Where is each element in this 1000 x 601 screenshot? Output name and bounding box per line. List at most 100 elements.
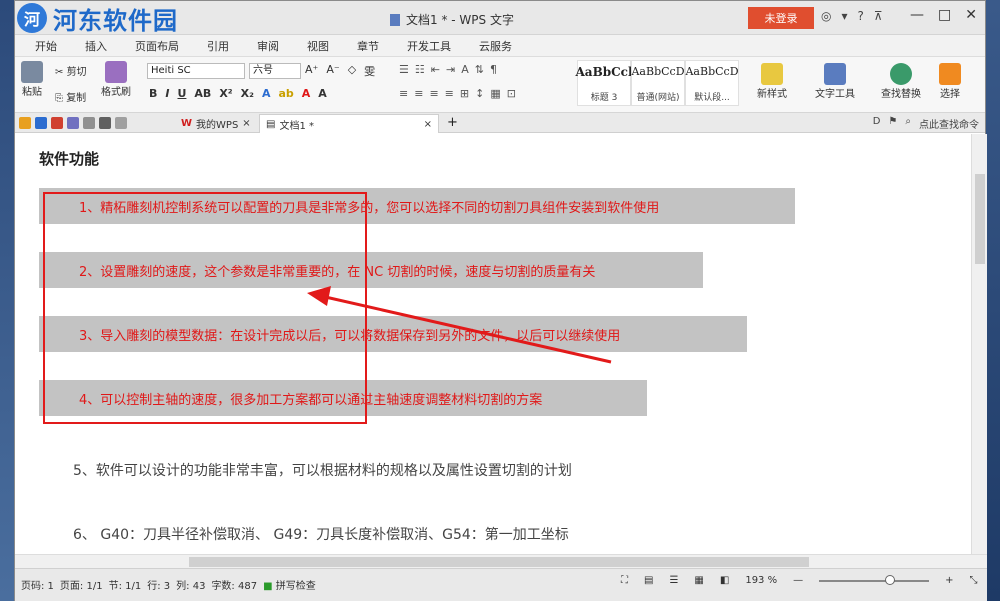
tab-my-wps[interactable]: W 我的WPS × xyxy=(175,114,257,133)
format-painter-button[interactable]: 格式刷 xyxy=(101,61,131,98)
style-heading3[interactable]: AaBbCcl 标题 3 xyxy=(575,60,633,106)
horizontal-scroll-thumb[interactable] xyxy=(189,557,809,567)
distribute-icon[interactable]: ⊞ xyxy=(460,87,469,100)
tab-review[interactable]: 审阅 xyxy=(243,38,293,54)
zoom-out-icon[interactable]: — xyxy=(793,575,803,586)
pdf-icon[interactable] xyxy=(51,116,63,129)
fullscreen-icon[interactable]: ⛶ xyxy=(621,575,628,586)
tab-insert[interactable]: 插入 xyxy=(71,38,121,54)
tab-start[interactable]: 开始 xyxy=(21,38,71,54)
panel-icon[interactable]: D xyxy=(873,116,881,131)
tab-document[interactable]: ▤ 文档1 * × xyxy=(259,114,439,133)
align-center-icon[interactable]: ≡ xyxy=(414,87,423,100)
superscript-icon[interactable]: X² xyxy=(219,87,232,100)
cut-label: 剪切 xyxy=(66,67,87,78)
tab-view[interactable]: 视图 xyxy=(293,38,343,54)
font-size-select[interactable]: 六号 xyxy=(249,63,301,79)
select-button[interactable]: 选择 xyxy=(939,63,961,100)
char-shading-icon[interactable]: A xyxy=(318,87,327,100)
vertical-scrollbar[interactable] xyxy=(971,134,987,554)
underline-icon[interactable]: U xyxy=(177,87,186,100)
style-default-paragraph[interactable]: AaBbCcD 默认段... xyxy=(685,60,739,106)
decrease-indent-icon[interactable]: ⇤ xyxy=(431,63,440,76)
highlight-icon[interactable]: ab xyxy=(278,87,293,100)
tab-page-layout[interactable]: 页面布局 xyxy=(121,38,193,54)
clear-format-icon[interactable]: ◇ xyxy=(348,63,356,79)
line-spacing-icon[interactable]: ↕ xyxy=(475,87,484,100)
tab-cloud[interactable]: 云服务 xyxy=(465,38,526,54)
strikethrough-icon[interactable]: AB xyxy=(194,87,211,100)
close-tab-icon[interactable]: × xyxy=(242,118,250,129)
search-icon[interactable]: ⌕ xyxy=(905,116,911,131)
shrink-font-icon[interactable]: A⁻ xyxy=(326,63,339,79)
undo-icon[interactable] xyxy=(99,116,111,129)
increase-indent-icon[interactable]: ⇥ xyxy=(446,63,455,76)
login-button[interactable]: 未登录 xyxy=(748,7,814,29)
font-color-icon[interactable]: A xyxy=(302,87,311,100)
plain-line-6[interactable]: 6、 G40：刀具半径补偿取消、 G49：刀具长度补偿取消、G54：第一加工坐标 xyxy=(73,524,569,544)
open-icon[interactable] xyxy=(19,116,31,129)
align-right-icon[interactable]: ≡ xyxy=(429,87,438,100)
style-normal-web[interactable]: AaBbCcD 普通(网站) xyxy=(631,60,685,106)
vertical-scroll-thumb[interactable] xyxy=(975,174,985,264)
italic-icon[interactable]: I xyxy=(165,87,169,100)
phonetic-icon[interactable]: 雯 xyxy=(364,63,375,79)
zoom-in-icon[interactable]: + xyxy=(945,575,953,586)
new-tab-icon[interactable]: + xyxy=(447,115,458,130)
spell-check[interactable]: ■ 拼写检查 xyxy=(263,577,316,592)
shading-icon[interactable]: ▦ xyxy=(490,87,500,100)
document-page[interactable]: 软件功能 1、精柘雕刻机控制系统可以配置的刀具是非常多的，您可以选择不同的切割刀… xyxy=(15,134,971,554)
page-view-icon[interactable]: ▤ xyxy=(644,575,653,586)
outline-view-icon[interactable]: ☰ xyxy=(669,575,678,586)
zoom-level[interactable]: 193 % xyxy=(745,575,777,586)
zoom-slider[interactable] xyxy=(819,574,930,585)
chinese-layout-icon[interactable]: A xyxy=(461,63,469,76)
new-style-button[interactable]: 新样式 xyxy=(757,63,787,100)
new-style-label: 新样式 xyxy=(757,89,787,100)
justify-icon[interactable]: ≡ xyxy=(445,87,454,100)
cut-button[interactable]: ✂ 剪切 xyxy=(55,63,87,78)
print-icon[interactable] xyxy=(67,116,79,129)
find-replace-label: 查找替换 xyxy=(881,89,921,100)
maximize-icon[interactable]: □ xyxy=(938,7,951,23)
bullet-list-icon[interactable]: ☰ xyxy=(399,63,409,76)
shirt-icon[interactable]: ▾ xyxy=(841,9,847,23)
close-tab-icon[interactable]: × xyxy=(424,119,432,130)
style-name: 标题 3 xyxy=(590,93,618,103)
close-icon[interactable]: ✕ xyxy=(965,7,977,23)
paste-button[interactable]: 粘贴 xyxy=(21,61,43,98)
align-left-icon[interactable]: ≡ xyxy=(399,87,408,100)
find-command-input[interactable]: 点此查找命令 xyxy=(919,116,979,131)
find-replace-button[interactable]: 查找替换 xyxy=(881,63,921,100)
preview-icon[interactable] xyxy=(83,116,95,129)
font-name-select[interactable]: Heiti SC xyxy=(147,63,245,79)
bold-icon[interactable]: B xyxy=(149,87,157,100)
grow-font-icon[interactable]: A⁺ xyxy=(305,63,318,79)
minimize-icon[interactable]: — xyxy=(910,7,924,23)
zoom-slider-knob[interactable] xyxy=(885,574,896,585)
horizontal-scrollbar[interactable] xyxy=(15,554,987,568)
redo-icon[interactable] xyxy=(115,116,127,129)
save-icon[interactable] xyxy=(35,116,47,129)
tab-references[interactable]: 引用 xyxy=(193,38,243,54)
show-marks-icon[interactable]: ¶ xyxy=(490,63,497,76)
subscript-icon[interactable]: X₂ xyxy=(241,87,254,100)
flag-icon[interactable]: ⚑ xyxy=(888,116,897,131)
plain-line-5[interactable]: 5、软件可以设计的功能非常丰富，可以根据材料的规格以及属性设置切割的计划 xyxy=(73,460,572,480)
border-icon[interactable]: ⊡ xyxy=(507,87,516,100)
sort-icon[interactable]: ⇅ xyxy=(475,63,484,76)
web-view-icon[interactable]: ▦ xyxy=(694,575,703,586)
format-painter-label: 格式刷 xyxy=(101,87,131,98)
number-list-icon[interactable]: ☷ xyxy=(415,63,425,76)
text-tools-button[interactable]: 文字工具 xyxy=(815,63,855,100)
tab-chapter[interactable]: 章节 xyxy=(343,38,393,54)
restore-ribbon-icon[interactable]: ⊼ xyxy=(874,9,883,23)
skin-icon[interactable]: ◎ xyxy=(821,9,831,23)
eye-care-icon[interactable]: ◧ xyxy=(720,575,729,586)
fit-page-icon[interactable]: ⤡ xyxy=(970,575,978,586)
tab-developer[interactable]: 开发工具 xyxy=(393,38,465,54)
copy-button[interactable]: ⎘ 复制 xyxy=(55,89,86,104)
text-effect-icon[interactable]: A xyxy=(262,87,271,100)
status-words[interactable]: 字数: 487 xyxy=(211,577,257,592)
help-icon[interactable]: ? xyxy=(858,9,864,23)
